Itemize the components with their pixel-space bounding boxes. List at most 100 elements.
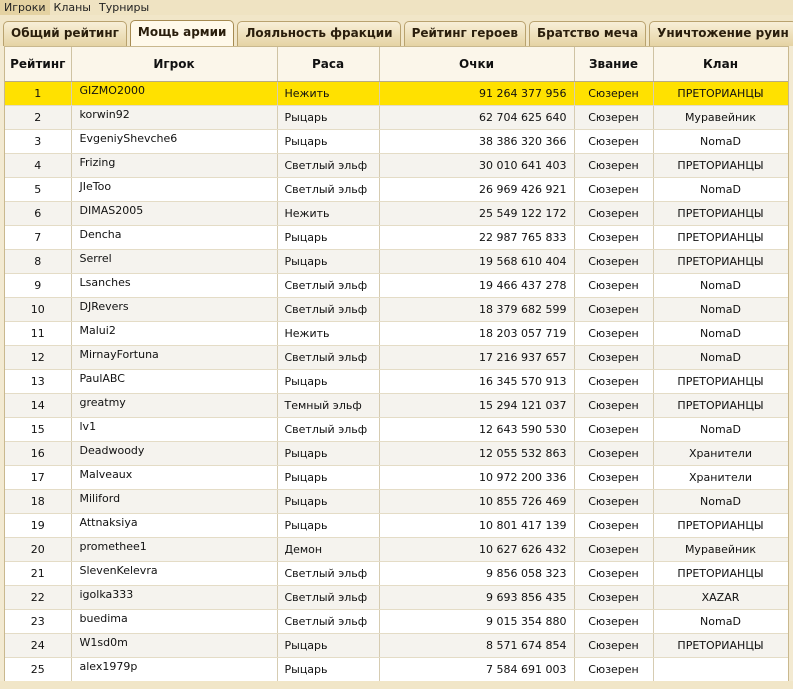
tab-faction-loyalty[interactable]: Лояльность фракции	[237, 21, 401, 46]
race-cell: Рыцарь	[277, 633, 380, 658]
clan-link[interactable]: ПРЕТОРИАНЦЫ	[677, 399, 763, 412]
player-link[interactable]: buedima	[80, 612, 128, 625]
title-cell: Сюзерен	[574, 393, 654, 418]
player-link[interactable]: Malveaux	[80, 468, 133, 481]
player-link[interactable]: Attnaksiya	[80, 516, 138, 529]
player-link[interactable]: igolka333	[80, 588, 134, 601]
clan-cell: ПРЕТОРИАНЦЫ	[653, 249, 788, 274]
title-cell: Сюзерен	[574, 657, 654, 682]
tab-list: Общий рейтинг Мощь армии Лояльность фракци…	[3, 20, 793, 46]
tab-hero-rating[interactable]: Рейтинг героев	[403, 21, 526, 46]
player-link[interactable]: SlevenKelevra	[80, 564, 158, 577]
points-cell: 9 015 354 880	[379, 609, 575, 634]
clan-link[interactable]: ПРЕТОРИАНЦЫ	[677, 255, 763, 268]
clan-cell: ПРЕТОРИАНЦЫ	[653, 225, 788, 250]
player-link[interactable]: korwin92	[80, 108, 130, 121]
player-link[interactable]: Serrel	[80, 252, 112, 265]
clan-link[interactable]: NomaD	[700, 351, 741, 364]
points-cell: 10 855 726 469	[379, 489, 575, 514]
rating-tab-bar: Общий рейтинг Мощь армии Лояльность фракци…	[0, 15, 793, 46]
table-row: 10 DJRevers Светлый эльф 18 379 682 599 Сюзе…	[5, 297, 788, 322]
player-link[interactable]: DIMAS2005	[80, 204, 144, 217]
column-header-player[interactable]: Игрок	[71, 47, 278, 82]
player-cell: PaulABC	[71, 369, 278, 394]
nav-players[interactable]: Игроки	[0, 0, 50, 15]
clan-link[interactable]: ПРЕТОРИАНЦЫ	[677, 567, 763, 580]
table-row: 19 Attnaksiya Рыцарь 10 801 417 139 Сюзерен П…	[5, 513, 788, 538]
rank-cell: 23	[5, 609, 72, 634]
clan-link[interactable]: ПРЕТОРИАНЦЫ	[677, 375, 763, 388]
column-header-points[interactable]: Очки	[379, 47, 575, 82]
clan-cell: ПРЕТОРИАНЦЫ	[653, 393, 788, 418]
title-cell: Сюзерен	[574, 465, 654, 490]
nav-clans[interactable]: Кланы	[50, 0, 95, 15]
player-link[interactable]: Frizing	[80, 156, 116, 169]
table-row: 8 Serrel Рыцарь 19 568 610 404 Сюзерен ПРЕТОР…	[5, 249, 788, 274]
clan-cell: ПРЕТОРИАНЦЫ	[653, 633, 788, 658]
player-link[interactable]: alex1979p	[80, 660, 138, 673]
rank-cell: 25	[5, 657, 72, 682]
player-link[interactable]: Miliford	[80, 492, 121, 505]
player-link[interactable]: EvgeniyShevche6	[80, 132, 178, 145]
clan-link[interactable]: Хранители	[689, 471, 752, 484]
clan-link[interactable]: NomaD	[700, 495, 741, 508]
clan-link[interactable]: NomaD	[700, 327, 741, 340]
player-cell: igolka333	[71, 585, 278, 610]
tab-ruins-destruction[interactable]: Уничтожение руин	[649, 21, 793, 46]
tab-overall-rating[interactable]: Общий рейтинг	[3, 21, 127, 46]
column-header-rank[interactable]: Рейтинг	[5, 47, 72, 82]
tab-army-power[interactable]: Мощь армии	[129, 20, 235, 46]
player-cell: JIeToo	[71, 177, 278, 202]
rank-cell: 10	[5, 297, 72, 322]
player-link[interactable]: W1sd0m	[80, 636, 128, 649]
player-link[interactable]: greatmy	[80, 396, 126, 409]
table-row: 21 SlevenKelevra Светлый эльф 9 856 058 323…	[5, 561, 788, 586]
player-link[interactable]: PaulABC	[80, 372, 125, 385]
clan-link[interactable]: XAZAR	[702, 591, 740, 604]
clan-link[interactable]: ПРЕТОРИАНЦЫ	[677, 159, 763, 172]
player-link[interactable]: Lsanches	[80, 276, 131, 289]
clan-link[interactable]: NomaD	[700, 279, 741, 292]
clan-link[interactable]: ПРЕТОРИАНЦЫ	[677, 231, 763, 244]
player-cell: korwin92	[71, 105, 278, 130]
table-row: 24 W1sd0m Рыцарь 8 571 674 854 Сюзерен ПРЕТОР…	[5, 633, 788, 658]
clan-link[interactable]: NomaD	[700, 303, 741, 316]
player-cell: buedima	[71, 609, 278, 634]
player-link[interactable]: JIeToo	[80, 180, 112, 193]
player-link[interactable]: lv1	[80, 420, 97, 433]
title-cell: Сюзерен	[574, 369, 654, 394]
player-link[interactable]: promethee1	[80, 540, 147, 553]
clan-link[interactable]: ПРЕТОРИАНЦЫ	[677, 87, 763, 100]
clan-link[interactable]: NomaD	[700, 135, 741, 148]
race-cell: Светлый эльф	[277, 153, 380, 178]
player-link[interactable]: Dencha	[80, 228, 122, 241]
clan-link[interactable]: ПРЕТОРИАНЦЫ	[677, 519, 763, 532]
clan-cell: NomaD	[653, 417, 788, 442]
table-row: 9 Lsanches Светлый эльф 19 466 437 278 Сюзер…	[5, 273, 788, 298]
clan-link[interactable]: Муравейник	[685, 543, 756, 556]
tab-sword-brotherhood[interactable]: Братство меча	[528, 21, 647, 46]
rank-cell: 3	[5, 129, 72, 154]
player-link[interactable]: MirnayFortuna	[80, 348, 159, 361]
column-header-title[interactable]: Звание	[574, 47, 654, 82]
clan-link[interactable]: NomaD	[700, 423, 741, 436]
clan-cell: ПРЕТОРИАНЦЫ	[653, 561, 788, 586]
title-cell: Сюзерен	[574, 225, 654, 250]
clan-link[interactable]: Муравейник	[685, 111, 756, 124]
clan-link[interactable]: NomaD	[700, 183, 741, 196]
column-header-clan[interactable]: Клан	[653, 47, 788, 82]
player-cell: EvgeniyShevche6	[71, 129, 278, 154]
clan-link[interactable]: NomaD	[700, 615, 741, 628]
column-header-race[interactable]: Раса	[277, 47, 380, 82]
clan-link[interactable]: ПРЕТОРИАНЦЫ	[677, 207, 763, 220]
title-cell: Сюзерен	[574, 417, 654, 442]
nav-tournaments[interactable]: Турниры	[95, 0, 153, 15]
player-link[interactable]: DJRevers	[80, 300, 129, 313]
player-link[interactable]: GIZMO2000	[80, 84, 145, 97]
player-cell: Miliford	[71, 489, 278, 514]
player-link[interactable]: Malui2	[80, 324, 116, 337]
clan-link[interactable]: Хранители	[689, 447, 752, 460]
rank-cell: 17	[5, 465, 72, 490]
clan-link[interactable]: ПРЕТОРИАНЦЫ	[677, 639, 763, 652]
player-link[interactable]: Deadwoody	[80, 444, 145, 457]
